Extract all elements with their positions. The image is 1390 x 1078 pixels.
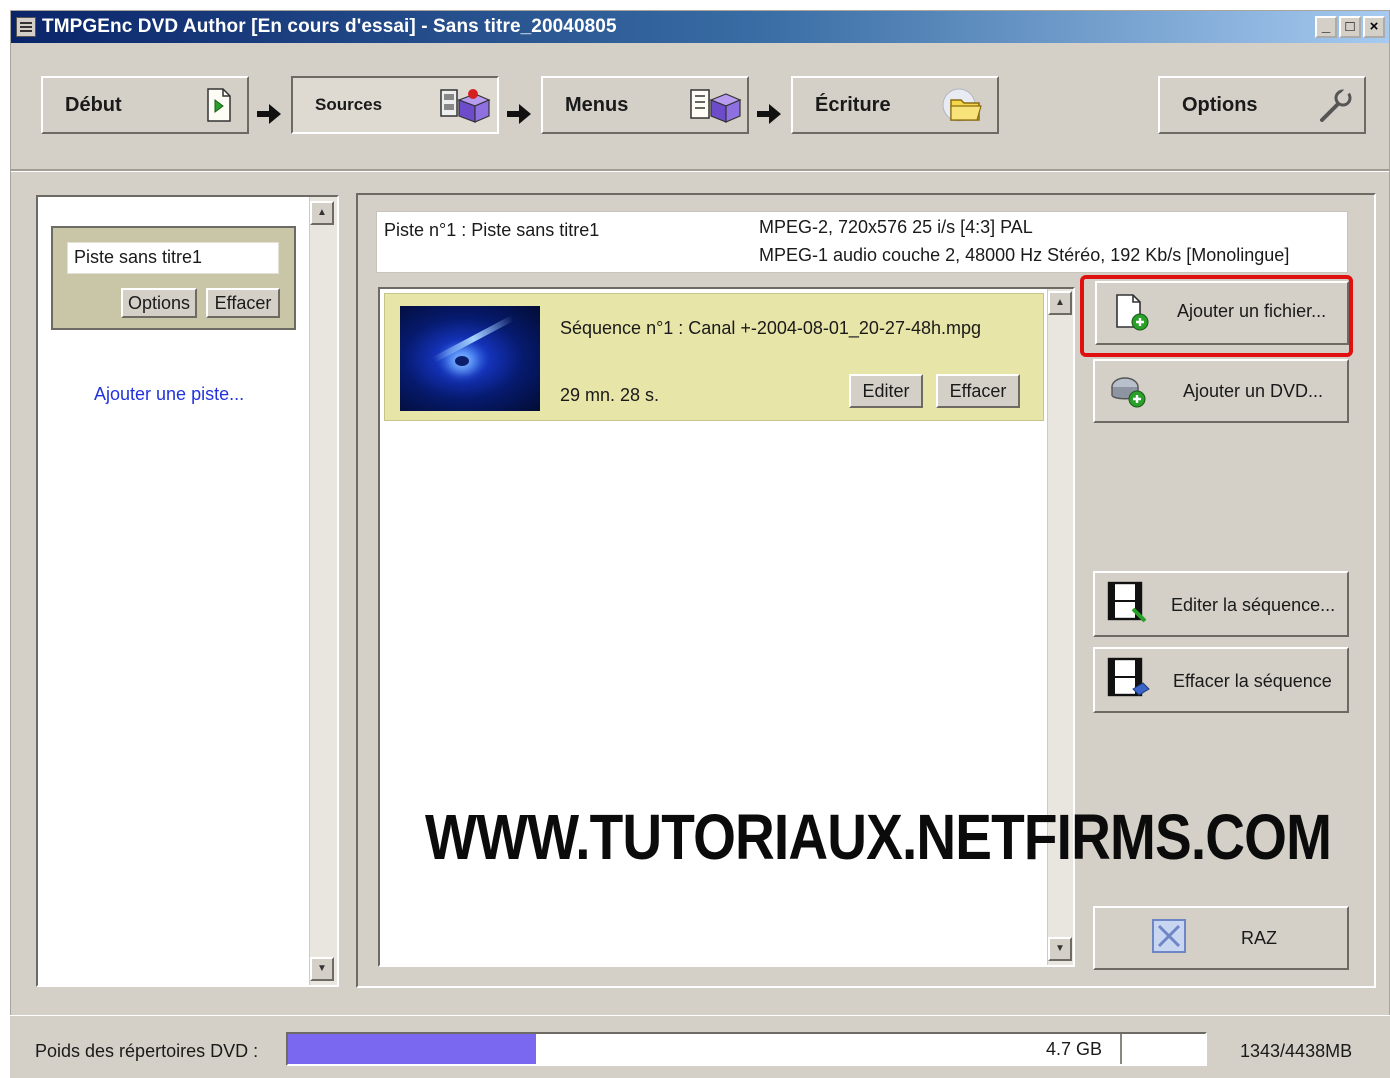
tracks-scrollbar[interactable]: ▲ ▼ — [309, 197, 337, 985]
maximize-button[interactable]: □ — [1339, 16, 1361, 38]
dvd-size-progress: 4.7 GB — [286, 1032, 1207, 1066]
scroll-down-icon[interactable]: ▼ — [310, 957, 334, 981]
step-ecriture-label: Écriture — [815, 93, 891, 116]
sequence-duration: 29 mn. 28 s. — [560, 385, 660, 405]
step-sources-label: Sources — [315, 95, 383, 114]
audio-format: MPEG-1 audio couche 2, 48000 Hz Stéréo, … — [759, 245, 1290, 265]
close-button[interactable]: × — [1363, 16, 1385, 38]
step-debut-label: Début — [65, 93, 122, 116]
track-title: Piste n°1 : Piste sans titre1 — [384, 220, 600, 240]
watermark-text: WWW.TUTORIAUX.NETFIRMS.COM — [425, 801, 1332, 873]
step-arrow-icon — [757, 104, 781, 124]
reset-label: RAZ — [1241, 928, 1277, 948]
capacity-label: 4.7 GB — [1046, 1039, 1103, 1059]
folder-disc-icon — [942, 88, 982, 122]
delete-sequence-button[interactable]: Effacer la séquence — [1093, 647, 1349, 713]
add-dvd-button[interactable]: Ajouter un DVD... — [1093, 359, 1349, 423]
dvd-usage: 1343/4438MB — [1240, 1041, 1353, 1061]
dvd-size-label: Poids des répertoires DVD : — [35, 1041, 259, 1061]
reset-icon — [1152, 919, 1186, 953]
track-options-button[interactable]: Options — [121, 288, 197, 318]
scroll-up-icon[interactable]: ▲ — [1048, 291, 1072, 315]
status-bar: Poids des répertoires DVD : 4.7 GB 1343/… — [10, 1015, 1390, 1078]
toolbar-separator — [11, 169, 1389, 171]
reset-button[interactable]: RAZ — [1093, 906, 1349, 970]
track-name-field[interactable]: Piste sans titre1 — [67, 242, 279, 274]
capacity-marker — [1120, 1034, 1122, 1064]
video-format: MPEG-2, 720x576 25 i/s [4:3] PAL — [759, 217, 1033, 237]
add-dvd-icon — [1111, 377, 1146, 408]
sequence-thumbnail — [400, 306, 540, 411]
track-delete-button[interactable]: Effacer — [206, 288, 280, 318]
delete-sequence-label: Effacer la séquence — [1173, 671, 1332, 691]
window-controls: _ □ × — [1315, 16, 1385, 38]
document-arrow-icon — [207, 88, 231, 122]
film-box-icon — [440, 89, 491, 123]
window-title: TMPGEnc DVD Author [En cours d'essai] - … — [42, 16, 617, 37]
menu-box-icon — [690, 89, 742, 123]
sequence-edit-button[interactable]: Editer — [849, 374, 923, 408]
progress-fill — [288, 1034, 536, 1064]
scroll-up-icon[interactable]: ▲ — [310, 201, 334, 225]
film-edit-icon — [1107, 581, 1147, 623]
step-ecriture-button[interactable]: Écriture — [791, 76, 999, 134]
step-menus-button[interactable]: Menus — [541, 76, 749, 134]
app-window: TMPGEnc DVD Author [En cours d'essai] - … — [10, 10, 1390, 1078]
step-sources-button[interactable]: Sources — [291, 76, 499, 134]
scroll-down-icon[interactable]: ▼ — [1048, 937, 1072, 961]
step-arrow-icon — [507, 104, 531, 124]
step-debut-button[interactable]: Début — [41, 76, 249, 134]
track-info-box: Piste n°1 : Piste sans titre1 MPEG-2, 72… — [376, 211, 1348, 273]
options-button[interactable]: Options — [1158, 76, 1366, 134]
sequence-delete-button[interactable]: Effacer — [936, 374, 1020, 408]
step-arrow-icon — [257, 104, 281, 124]
highlight-box — [1080, 275, 1353, 357]
minimize-button[interactable]: _ — [1315, 16, 1337, 38]
step-menus-label: Menus — [565, 93, 629, 116]
tracks-panel: Piste sans titre1 Options Effacer Ajoute… — [36, 195, 339, 987]
edit-sequence-button[interactable]: Editer la séquence... — [1093, 571, 1349, 637]
add-dvd-label: Ajouter un DVD... — [1183, 381, 1324, 401]
film-delete-icon — [1107, 657, 1150, 697]
sequence-name: Séquence n°1 : Canal +-2004-08-01_20-27-… — [560, 318, 981, 338]
edit-sequence-label: Editer la séquence... — [1171, 595, 1336, 615]
sequence-item[interactable]: Séquence n°1 : Canal +-2004-08-01_20-27-… — [384, 293, 1044, 421]
wrench-icon — [1320, 87, 1352, 122]
app-icon — [16, 17, 36, 37]
track-card[interactable]: Piste sans titre1 Options Effacer — [51, 226, 296, 330]
options-label: Options — [1182, 93, 1258, 116]
title-bar: TMPGEnc DVD Author [En cours d'essai] - … — [11, 11, 1389, 43]
add-track-link[interactable]: Ajouter une piste... — [94, 384, 244, 405]
